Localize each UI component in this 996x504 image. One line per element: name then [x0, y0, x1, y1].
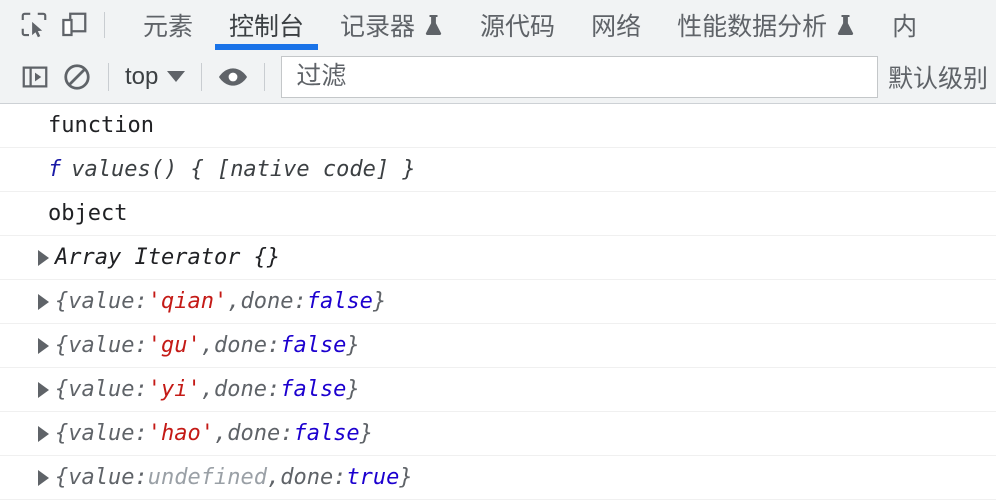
filter-input[interactable]: [294, 61, 865, 92]
property-value: undefined: [147, 465, 267, 490]
tab-recorder-label: 记录器: [340, 13, 416, 41]
property-key-value: value:: [68, 377, 148, 402]
disclosure-triangle-icon[interactable]: [38, 425, 49, 442]
console-row[interactable]: { value: 'hao' , done: false }: [0, 412, 996, 456]
tab-sources[interactable]: 源代码: [462, 0, 573, 50]
toolbar-divider: [201, 62, 203, 91]
console-row[interactable]: { value: 'yi' , done: false }: [0, 368, 996, 412]
console-row[interactable]: function: [0, 104, 996, 148]
property-value-done: true: [346, 465, 400, 490]
property-value-done: false: [280, 377, 347, 402]
property-value: 'hao': [147, 421, 214, 446]
flask-icon: [835, 13, 856, 37]
chevron-down-icon: [167, 71, 186, 82]
inspect-element-icon-glyph: [21, 12, 47, 38]
property-key-done: done:: [213, 377, 281, 402]
function-marker: f: [48, 157, 62, 182]
object-preview: Array Iterator {}: [55, 245, 281, 270]
comma: ,: [200, 333, 214, 358]
flask-icon-glyph: [425, 15, 442, 35]
tab-list: 元素 控制台 记录器 源代码 网络 性能数据分析 内: [125, 0, 996, 50]
console-row[interactable]: f values() { [native code] }: [0, 148, 996, 192]
comma: ,: [200, 377, 214, 402]
execution-context-selector[interactable]: top: [119, 63, 191, 91]
property-key-done: done:: [280, 465, 347, 490]
devtools-tab-bar: 元素 控制台 记录器 源代码 网络 性能数据分析 内: [0, 0, 996, 50]
console-row[interactable]: object: [0, 192, 996, 236]
comma: ,: [266, 465, 281, 490]
brace-open: {: [55, 289, 69, 314]
console-row[interactable]: { value: 'qian' , done: false }: [0, 280, 996, 324]
console-sidebar-icon[interactable]: [14, 56, 56, 98]
property-value: 'qian': [147, 289, 228, 314]
filter-input-container[interactable]: [281, 55, 878, 98]
tab-sources-label: 源代码: [480, 13, 556, 41]
tab-performance-insights-label: 性能数据分析: [677, 13, 828, 41]
tab-bar-divider: [104, 12, 105, 38]
live-expression-eye-icon[interactable]: [212, 56, 254, 98]
console-toolbar: top 默认级别: [0, 50, 996, 104]
tab-network[interactable]: 网络: [573, 0, 659, 50]
tab-recorder[interactable]: 记录器: [322, 0, 462, 50]
brace-close: }: [359, 421, 373, 446]
tab-elements[interactable]: 元素: [125, 0, 211, 50]
tab-network-label: 网络: [591, 13, 642, 41]
brace-close: }: [372, 289, 387, 314]
console-row[interactable]: Array Iterator {}: [0, 236, 996, 280]
property-value: 'gu': [147, 333, 201, 358]
tab-console[interactable]: 控制台: [211, 0, 322, 50]
console-text: object: [48, 201, 128, 226]
property-key-value: value:: [68, 333, 148, 358]
disclosure-triangle-icon[interactable]: [38, 469, 49, 486]
property-key-done: done:: [213, 333, 281, 358]
tab-memory-partial[interactable]: 内: [874, 0, 935, 50]
disclosure-triangle-icon[interactable]: [38, 337, 49, 354]
execution-context-label: top: [125, 62, 159, 90]
brace-close: }: [346, 377, 360, 402]
flask-icon-glyph: [837, 15, 854, 35]
brace-close: }: [346, 333, 360, 358]
clear-console-icon-glyph: [64, 63, 90, 90]
console-row[interactable]: { value: 'gu' , done: false }: [0, 324, 996, 368]
tab-bar-tool-icons: [0, 0, 115, 50]
property-key-value: value:: [68, 465, 148, 490]
device-toolbar-icon[interactable]: [54, 5, 94, 45]
tab-console-label: 控制台: [229, 13, 305, 41]
property-key-done: done:: [227, 421, 294, 446]
property-value: 'yi': [147, 377, 201, 402]
log-levels-selector[interactable]: 默认级别: [888, 59, 996, 95]
disclosure-triangle-icon[interactable]: [38, 293, 49, 310]
comma: ,: [213, 421, 228, 446]
brace-open: {: [55, 333, 69, 358]
inspect-element-icon[interactable]: [14, 5, 54, 45]
property-value-done: false: [293, 421, 360, 446]
brace-open: {: [55, 465, 69, 490]
clear-console-icon[interactable]: [56, 56, 98, 98]
tab-elements-label: 元素: [143, 13, 194, 41]
property-value-done: false: [306, 289, 373, 314]
disclosure-triangle-icon[interactable]: [38, 381, 49, 398]
brace-open: {: [55, 421, 69, 446]
console-text: function: [48, 113, 154, 138]
property-key-done: done:: [240, 289, 307, 314]
flask-icon: [423, 13, 444, 37]
toolbar-divider: [108, 62, 109, 91]
toolbar-divider: [264, 62, 266, 91]
brace-close: }: [399, 465, 413, 490]
disclosure-triangle-icon[interactable]: [38, 249, 49, 266]
device-toolbar-icon-glyph: [62, 12, 87, 37]
function-source: values() { [native code] }: [71, 157, 416, 182]
console-row[interactable]: { value: undefined , done: true }: [0, 456, 996, 500]
console-sidebar-icon-glyph: [22, 66, 48, 87]
brace-open: {: [55, 377, 69, 402]
tab-memory-partial-label: 内: [892, 13, 918, 41]
property-key-value: value:: [68, 289, 148, 314]
comma: ,: [227, 289, 241, 314]
eye-icon-glyph: [219, 67, 248, 86]
property-key-value: value:: [68, 421, 148, 446]
console-message-list[interactable]: function f values() { [native code] } ob…: [0, 104, 996, 503]
tab-performance-insights[interactable]: 性能数据分析: [659, 0, 874, 50]
property-value-done: false: [280, 333, 347, 358]
